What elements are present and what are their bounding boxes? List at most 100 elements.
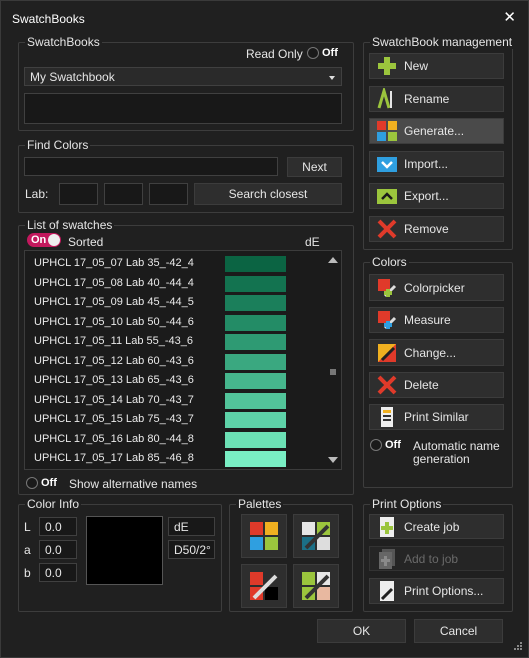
add-to-job-icon (376, 548, 398, 570)
swatchbook-select[interactable]: My Swatchbook (24, 67, 342, 86)
measure-button[interactable]: Measure (369, 307, 504, 333)
print-similar-button-label: Print Similar (404, 410, 469, 424)
print-options-icon (376, 580, 398, 602)
palette-grid-icon (250, 522, 278, 550)
list-item[interactable]: UPHCL 17_05_16 Lab 80_-44_8 (25, 430, 325, 449)
new-button[interactable]: New (369, 53, 504, 79)
delete-x-icon (376, 374, 398, 396)
swatch-color-chip (225, 412, 286, 428)
read-only-toggle[interactable]: Off (307, 46, 341, 60)
print-similar-button[interactable]: Print Similar (369, 404, 504, 430)
lab-a-input[interactable] (104, 183, 143, 205)
auto-name-label-line2: generation (413, 452, 470, 466)
next-button[interactable]: Next (287, 157, 342, 177)
find-colors-group-label: Find Colors (25, 138, 91, 152)
list-scrollbar[interactable] (325, 251, 341, 469)
plus-icon (376, 55, 398, 77)
colorpicker-icon (376, 277, 398, 299)
change-button-label: Change... (404, 345, 457, 360)
measure-button-label: Measure (404, 313, 451, 327)
print-options-button[interactable]: Print Options... (369, 578, 504, 604)
list-item[interactable]: UPHCL 17_05_09 Lab 45_-44_5 (25, 293, 325, 312)
import-icon (376, 153, 398, 175)
palette-swatch-button[interactable] (293, 564, 339, 608)
toggle-knob (370, 439, 382, 451)
swatch-list[interactable]: UPHCL 17_05_07 Lab 35_-42_4 UPHCL 17_05_0… (24, 250, 342, 470)
search-closest-button[interactable]: Search closest (194, 183, 342, 205)
b-value-field: 0.0 (39, 563, 77, 582)
alt-names-toggle-state: Off (41, 477, 57, 489)
toggle-knob (307, 47, 319, 59)
lab-l-input[interactable] (59, 183, 98, 205)
a-label: a (24, 543, 31, 557)
list-of-swatches-group-label: List of swatches (25, 218, 115, 232)
auto-name-toggle-state: Off (385, 439, 401, 451)
export-button-label: Export... (404, 189, 449, 203)
export-icon (376, 185, 398, 207)
palette-picker-button[interactable] (293, 514, 339, 558)
swatch-color-chip (225, 295, 286, 311)
add-to-job-button[interactable]: Add to job (369, 546, 504, 571)
de-field: dE (168, 517, 215, 536)
alt-names-label: Show alternative names (69, 477, 198, 491)
change-color-icon (376, 342, 398, 364)
l-label: L (24, 520, 31, 534)
color-preview (86, 516, 163, 585)
list-item[interactable]: UPHCL 17_05_07 Lab 35_-42_4 (25, 254, 325, 273)
remove-x-icon (376, 218, 398, 240)
import-button-label: Import... (404, 157, 449, 171)
palette-grid-button[interactable] (241, 514, 287, 558)
rename-icon (376, 85, 398, 110)
new-button-label: New (404, 59, 429, 73)
export-button[interactable]: Export... (369, 183, 504, 209)
list-item[interactable]: UPHCL 17_05_10 Lab 50_-44_6 (25, 313, 325, 332)
swatch-name: UPHCL 17_05_09 Lab 45_-44_5 (34, 296, 194, 308)
measure-icon (376, 309, 398, 331)
alt-names-toggle[interactable]: Off (26, 476, 60, 490)
swatch-name: UPHCL 17_05_11 Lab 55_-43_6 (34, 335, 194, 347)
scroll-up-icon[interactable] (328, 257, 338, 263)
ok-button[interactable]: OK (317, 619, 406, 643)
de-column-header: dE (305, 235, 320, 249)
swatch-name: UPHCL 17_05_17 Lab 85_-46_8 (34, 452, 194, 464)
palette-measure-button[interactable] (241, 564, 287, 608)
read-only-label: Read Only (246, 47, 303, 61)
palette-picker-icon (302, 522, 330, 550)
change-button[interactable]: Change... (369, 339, 504, 366)
palettes-group-label: Palettes (236, 497, 284, 511)
generate-button[interactable]: Generate... (369, 118, 504, 144)
remove-button[interactable]: Remove (369, 216, 504, 242)
window-title: SwatchBooks (12, 12, 85, 26)
find-colors-input[interactable] (24, 157, 278, 176)
cancel-button[interactable]: Cancel (414, 619, 503, 643)
colorpicker-button[interactable]: Colorpicker (369, 274, 504, 301)
import-button[interactable]: Import... (369, 151, 504, 177)
auto-name-toggle[interactable]: Off (370, 438, 404, 452)
swatchbook-description-field[interactable] (24, 93, 342, 124)
lab-b-input[interactable] (149, 183, 188, 205)
toggle-knob (26, 477, 38, 489)
l-value-field: 0.0 (39, 517, 77, 536)
swatch-name: UPHCL 17_05_10 Lab 50_-44_6 (34, 315, 194, 328)
rename-button[interactable]: Rename (369, 85, 504, 112)
list-item[interactable]: UPHCL 17_05_17 Lab 85_-46_8 (25, 449, 325, 468)
delete-button[interactable]: Delete (369, 372, 504, 398)
swatch-color-chip (225, 275, 286, 292)
scroll-down-icon[interactable] (328, 457, 338, 463)
list-item[interactable]: UPHCL 17_05_11 Lab 55_-43_6 (25, 332, 325, 351)
list-item[interactable]: UPHCL 17_05_15 Lab 75_-43_7 (25, 410, 325, 429)
list-item[interactable]: UPHCL 17_05_13 Lab 65_-43_6 (25, 371, 325, 390)
list-item[interactable]: UPHCL 17_05_14 Lab 70_-43_7 (25, 391, 325, 410)
sorted-toggle[interactable]: On (27, 233, 61, 247)
list-item[interactable]: UPHCL 17_05_08 Lab 40_-44_4 (25, 274, 325, 293)
palette-swatch-icon (302, 572, 330, 600)
create-job-button[interactable]: Create job (369, 514, 504, 539)
list-item[interactable]: UPHCL 17_05_12 Lab 60_-43_6 (25, 352, 325, 371)
swatchbook-management-group-label: SwatchBook management (370, 35, 515, 49)
print-options-group-label: Print Options (370, 497, 444, 511)
close-icon[interactable]: ✕ (503, 8, 516, 26)
resize-grip-icon[interactable] (513, 641, 523, 651)
swatch-color-chip (225, 392, 286, 409)
lab-label: Lab: (25, 187, 49, 201)
scroll-thumb[interactable] (330, 369, 336, 375)
